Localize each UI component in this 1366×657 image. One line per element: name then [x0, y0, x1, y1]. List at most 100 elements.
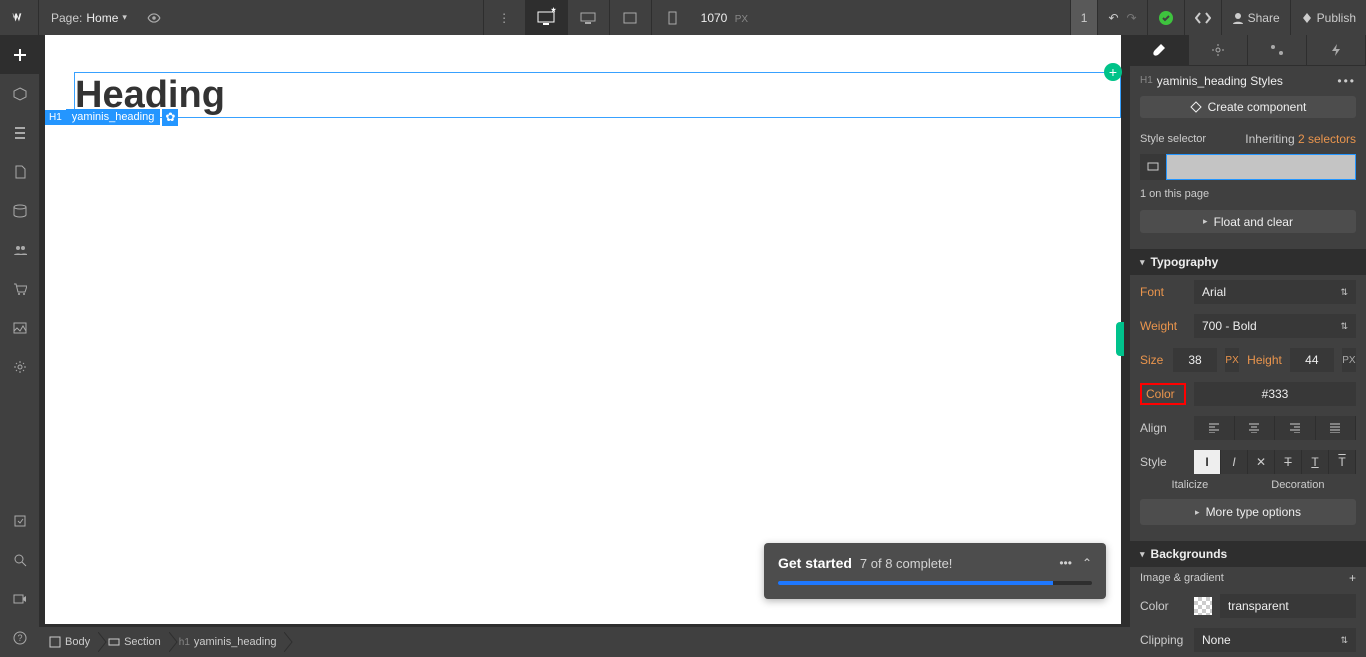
strike-button[interactable]: T: [1275, 450, 1302, 474]
tab-effects[interactable]: [1307, 35, 1366, 65]
chevron-right-icon: ▸: [1195, 507, 1200, 518]
device-phone[interactable]: [651, 0, 693, 35]
toast-title: Get started: [778, 555, 852, 571]
export-code-button[interactable]: [1184, 0, 1221, 35]
align-center-button[interactable]: [1235, 416, 1276, 440]
section-icon: [108, 636, 120, 648]
help-indicator[interactable]: [1116, 322, 1124, 356]
video-button[interactable]: [0, 579, 39, 618]
class-input[interactable]: [1166, 154, 1356, 180]
decoration-sublabel: Decoration: [1271, 479, 1324, 491]
cms-button[interactable]: [0, 191, 39, 230]
element-settings-button[interactable]: ✿: [162, 109, 178, 126]
text-color-input[interactable]: #333: [1194, 382, 1356, 406]
on-page-count[interactable]: 1 on this page: [1140, 188, 1209, 200]
code-icon: [1195, 12, 1211, 24]
element-tag-label: H1: [45, 110, 66, 125]
more-icon[interactable]: ⋮: [483, 0, 525, 35]
height-unit[interactable]: PX: [1342, 348, 1356, 372]
chevron-down-icon: ▾: [122, 12, 127, 23]
weight-select[interactable]: 700 - Bold⇅: [1194, 314, 1356, 338]
heading-element[interactable]: Heading: [75, 73, 1120, 117]
video-icon: [13, 593, 27, 605]
navigator-button[interactable]: [0, 113, 39, 152]
decoration-none-button[interactable]: ✕: [1248, 450, 1275, 474]
toast-more-button[interactable]: •••: [1059, 556, 1072, 570]
add-bg-button[interactable]: +: [1349, 571, 1356, 585]
height-input[interactable]: [1290, 348, 1334, 372]
breadcrumb-body[interactable]: Body: [43, 631, 102, 653]
italic-regular-button[interactable]: I: [1194, 450, 1221, 474]
size-unit[interactable]: PX: [1225, 348, 1239, 372]
style-panel: H1 yaminis_heading Styles ••• Create com…: [1130, 35, 1366, 657]
help-button[interactable]: ?: [0, 618, 39, 657]
canvas-area: Heading H1 yaminis_heading ✿ + Get start…: [39, 35, 1130, 657]
search-button[interactable]: [0, 540, 39, 579]
class-selector[interactable]: [1140, 154, 1356, 180]
device-desktop[interactable]: [567, 0, 609, 35]
design-canvas[interactable]: Heading H1 yaminis_heading ✿ +: [45, 35, 1121, 624]
overline-button[interactable]: T: [1329, 450, 1356, 474]
bg-color-swatch[interactable]: [1194, 597, 1212, 615]
backgrounds-header[interactable]: ▾Backgrounds: [1130, 541, 1366, 567]
element-class-label[interactable]: yaminis_heading: [66, 109, 161, 125]
align-right-icon: [1289, 423, 1301, 433]
desktop-icon: [1147, 161, 1159, 173]
share-button[interactable]: Share: [1221, 0, 1290, 35]
tab-style[interactable]: [1130, 35, 1189, 65]
selector-state-button[interactable]: [1140, 154, 1166, 180]
add-elements-button[interactable]: [0, 35, 39, 74]
float-clear-button[interactable]: ▸ Float and clear: [1140, 210, 1356, 233]
breadcrumb-section[interactable]: Section: [102, 631, 173, 653]
status-ok-button[interactable]: [1147, 0, 1184, 35]
style-selector-label: Style selector: [1140, 133, 1206, 145]
webflow-logo[interactable]: [0, 0, 39, 35]
underline-button[interactable]: T: [1302, 450, 1329, 474]
panel-more-button[interactable]: •••: [1337, 74, 1356, 88]
typography-header[interactable]: ▾Typography: [1130, 249, 1366, 275]
notifications-badge[interactable]: 1: [1070, 0, 1098, 35]
device-desktop-large[interactable]: [525, 0, 567, 35]
tab-interactions[interactable]: [1248, 35, 1307, 65]
italic-button[interactable]: I: [1221, 450, 1248, 474]
align-right-button[interactable]: [1275, 416, 1316, 440]
pages-button[interactable]: [0, 152, 39, 191]
left-rail: ?: [0, 35, 39, 657]
plus-icon: [13, 48, 27, 62]
size-input[interactable]: [1173, 348, 1217, 372]
align-justify-button[interactable]: [1316, 416, 1357, 440]
users-button[interactable]: [0, 230, 39, 269]
selected-element-outline[interactable]: Heading: [74, 72, 1121, 118]
assets-button[interactable]: [0, 308, 39, 347]
redo-button[interactable]: ↷: [1127, 11, 1137, 25]
undo-button[interactable]: ↶: [1108, 11, 1118, 25]
gear-icon: [13, 360, 27, 374]
symbols-button[interactable]: [0, 74, 39, 113]
font-select[interactable]: Arial⇅: [1194, 280, 1356, 304]
audit-button[interactable]: [0, 501, 39, 540]
tab-settings[interactable]: [1189, 35, 1248, 65]
page-selector[interactable]: Page: Home ▾: [39, 11, 139, 25]
add-element-handle[interactable]: +: [1104, 63, 1122, 81]
create-component-button[interactable]: Create component: [1140, 96, 1356, 119]
clipping-select[interactable]: None⇅: [1194, 628, 1356, 652]
bg-color-value[interactable]: transparent: [1220, 594, 1356, 618]
size-label: Size: [1140, 353, 1165, 367]
interactions-icon: [1269, 43, 1285, 57]
panel-header: H1 yaminis_heading Styles •••: [1130, 66, 1366, 96]
breadcrumb-heading[interactable]: h1 yaminis_heading: [173, 631, 289, 653]
component-icon: [1190, 101, 1202, 113]
more-type-options-button[interactable]: ▸ More type options: [1140, 499, 1356, 525]
canvas-width-input[interactable]: 1070 PX: [693, 11, 756, 25]
bg-color-label: Color: [1140, 599, 1186, 613]
publish-button[interactable]: Publish: [1290, 0, 1366, 35]
color-label: Color: [1140, 383, 1186, 405]
device-tablet[interactable]: [609, 0, 651, 35]
settings-button[interactable]: [0, 347, 39, 386]
align-left-button[interactable]: [1194, 416, 1235, 440]
preview-button[interactable]: [139, 11, 169, 25]
toast-collapse-button[interactable]: ⌃: [1082, 556, 1092, 570]
ecommerce-button[interactable]: [0, 269, 39, 308]
phone-icon: [668, 11, 677, 25]
inheriting-info[interactable]: Inheriting 2 selectors: [1245, 132, 1356, 146]
